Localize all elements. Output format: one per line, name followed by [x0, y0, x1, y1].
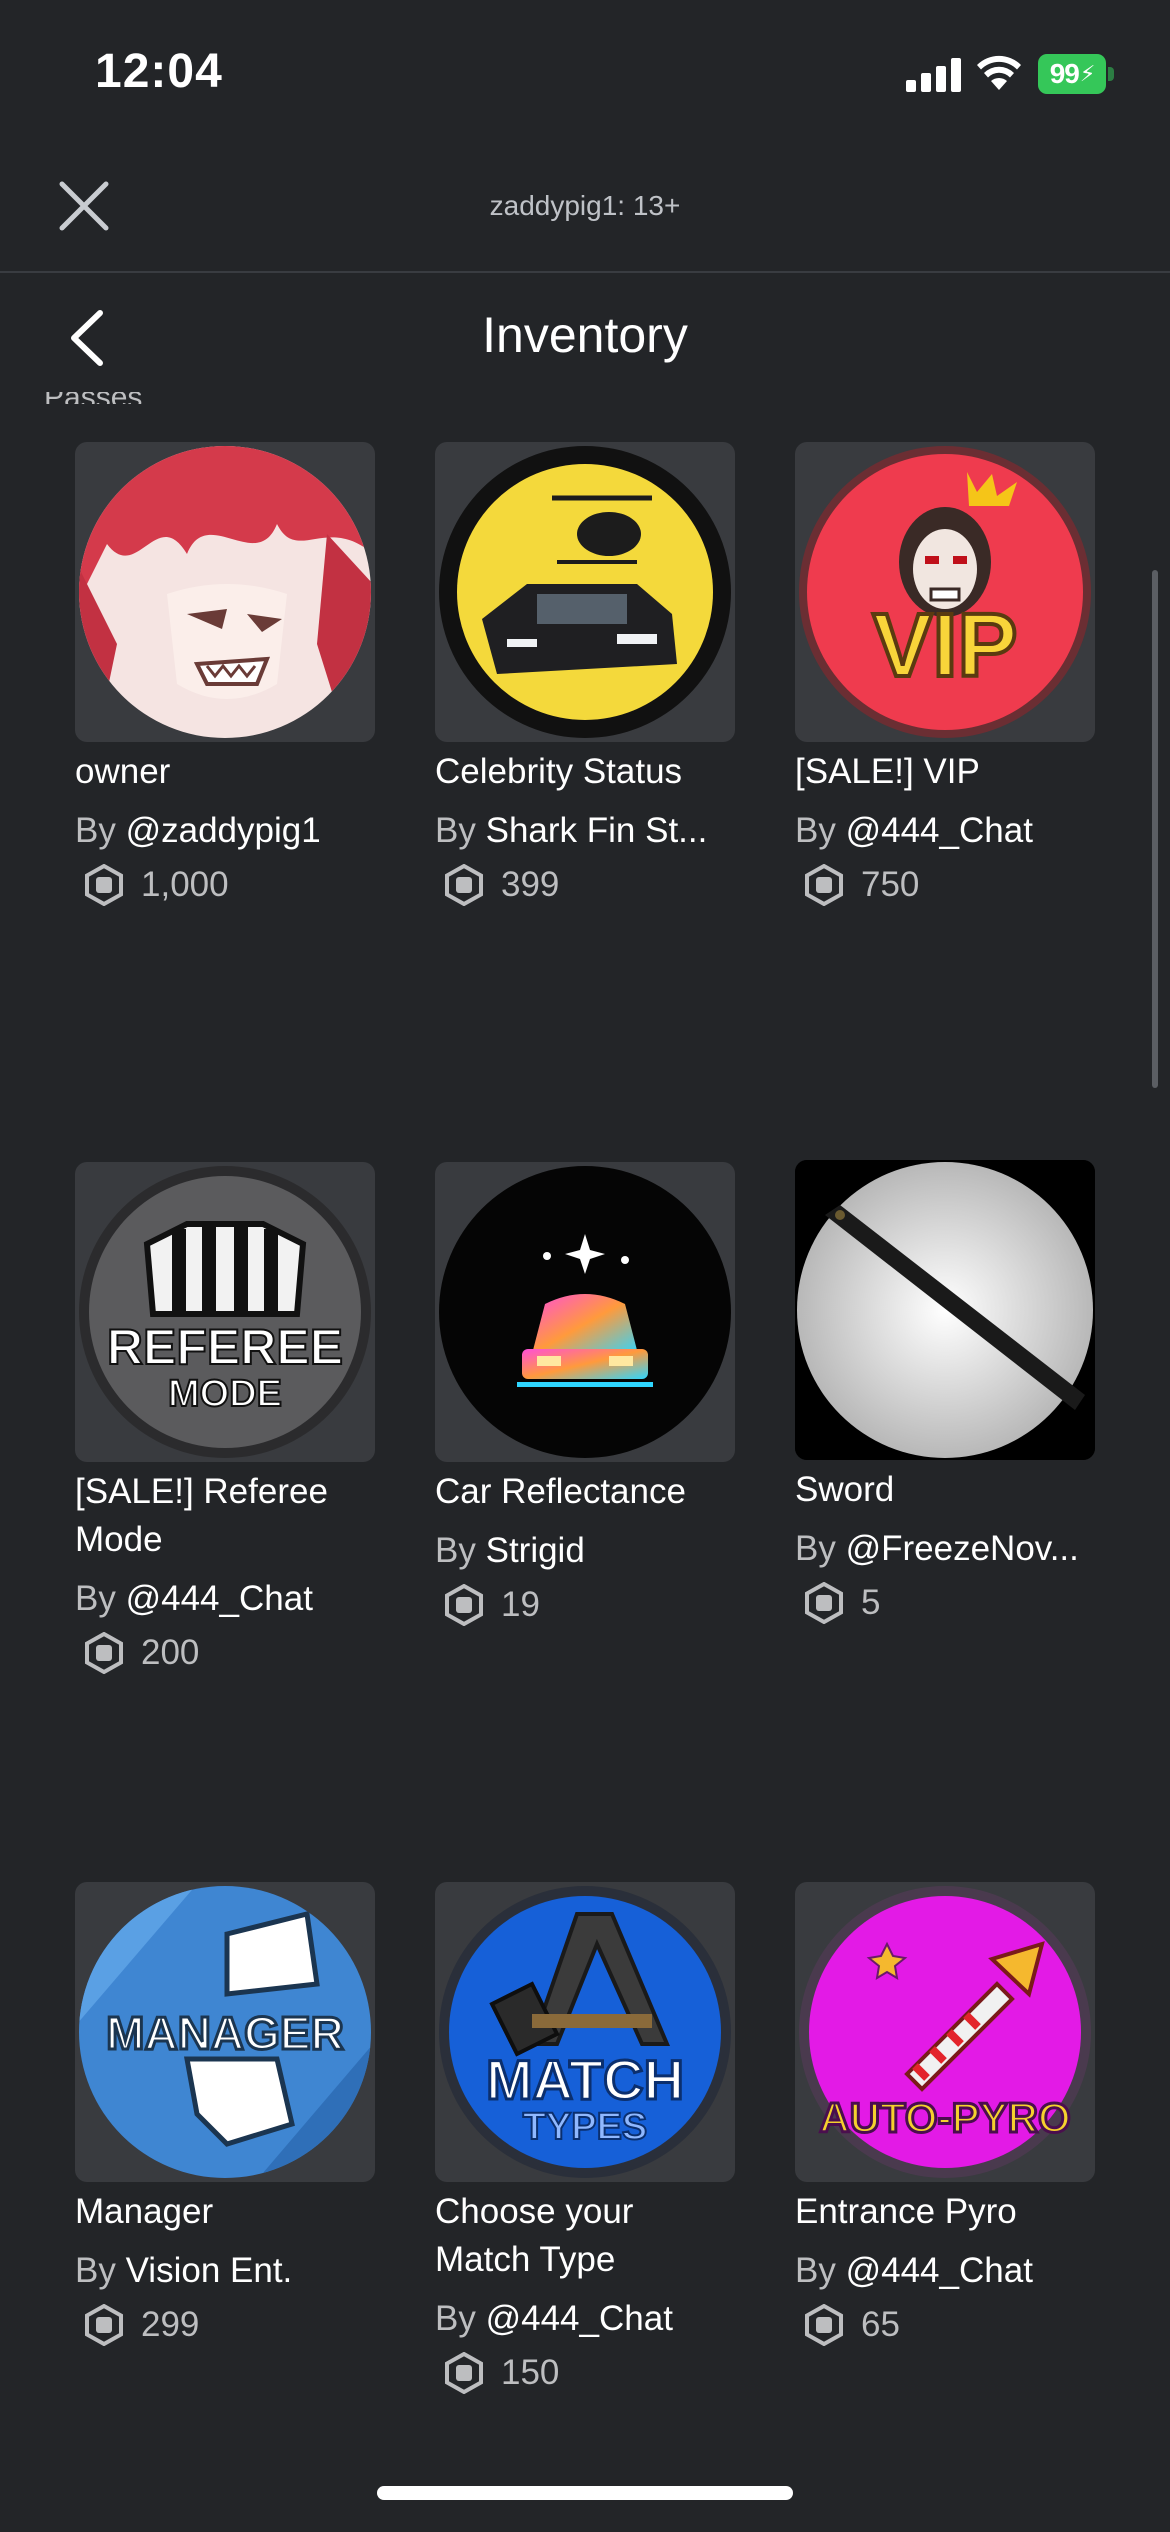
item-name: Car Reflectance	[435, 1472, 686, 1511]
inventory-item-owner[interactable]: owner By @zaddypig1 1,000	[75, 442, 375, 908]
item-creator[interactable]: By @444_Chat	[795, 2248, 1095, 2294]
manager-megaphone-icon: MANAGER	[79, 1886, 371, 2178]
item-creator[interactable]: By @zaddypig1	[75, 808, 375, 854]
item-name: Choose your Match Type	[435, 2192, 634, 2279]
inventory-item-referee-mode[interactable]: REFEREE MODE [SALE!] Referee Mode By @44…	[75, 1162, 375, 1676]
item-name: Entrance Pyro	[795, 2192, 1017, 2231]
robux-icon	[445, 864, 483, 906]
battery-icon: 99 ⚡	[1038, 54, 1114, 94]
robux-icon	[805, 2304, 843, 2346]
page-title: Inventory	[482, 307, 688, 363]
inventory-item-celebrity-status[interactable]: Celebrity Status By Shark Fin St... 399	[435, 442, 735, 908]
svg-text:AUTO-PYRO: AUTO-PYRO	[819, 2094, 1070, 2141]
item-thumbnail[interactable]	[75, 442, 375, 742]
item-name: Celebrity Status	[435, 752, 683, 791]
item-thumbnail[interactable]: REFEREE MODE	[75, 1162, 375, 1462]
inventory-item-car-reflectance[interactable]: Car Reflectance By Strigid 19	[435, 1162, 735, 1628]
screen: 12:04 99 ⚡ zaddypig1: 13+ Inventory owne…	[0, 0, 1170, 2532]
item-price: 5	[795, 1580, 1095, 1626]
item-name: [SALE!] Referee Mode	[75, 1472, 328, 1559]
svg-text:REFEREE: REFEREE	[107, 1319, 343, 1375]
inventory-item-manager[interactable]: MANAGER Manager By Vision Ent. 299	[75, 1882, 375, 2348]
item-creator[interactable]: By @444_Chat	[435, 2296, 735, 2342]
item-creator[interactable]: By Vision Ent.	[75, 2248, 375, 2294]
inventory-item-vip[interactable]: VIP [SALE!] VIP By @444_Chat 750	[795, 442, 1095, 908]
cellular-signal-icon	[906, 58, 961, 92]
status-time: 12:04	[95, 45, 223, 98]
wifi-icon	[977, 55, 1021, 90]
battery-level: 99 ⚡	[1038, 54, 1106, 94]
item-name: Sword	[795, 1470, 895, 1509]
svg-text:MODE: MODE	[168, 1373, 282, 1415]
item-name: owner	[75, 752, 171, 791]
robux-icon	[805, 1582, 843, 1624]
item-name: [SALE!] VIP	[795, 752, 980, 791]
inventory-grid[interactable]: Passes	[0, 392, 1170, 2452]
item-price: 399	[435, 862, 735, 908]
anime-avatar-icon	[79, 446, 371, 738]
item-price: 750	[795, 862, 1095, 908]
item-name: Manager	[75, 2192, 214, 2231]
item-price: 200	[75, 1630, 375, 1676]
status-bar: 12:04 99 ⚡	[0, 0, 1170, 140]
item-creator[interactable]: By @444_Chat	[795, 808, 1095, 854]
svg-text:MATCH: MATCH	[486, 2048, 684, 2111]
experience-name: zaddypig1: 13+	[489, 190, 681, 221]
auto-pyro-icon: AUTO-PYRO	[799, 1886, 1091, 2178]
item-thumbnail[interactable]: VIP	[795, 442, 1095, 742]
inventory-item-sword[interactable]: Sword By @FreezeNov... 5	[795, 1160, 1095, 1626]
item-price: 150	[435, 2350, 735, 2396]
item-thumbnail[interactable]	[435, 442, 735, 742]
item-price: 65	[795, 2302, 1095, 2348]
robux-icon	[445, 1584, 483, 1626]
sword-icon	[795, 1160, 1095, 1460]
item-price: 299	[75, 2302, 375, 2348]
robux-icon	[85, 864, 123, 906]
robux-icon	[805, 864, 843, 906]
item-thumbnail[interactable]: AUTO-PYRO	[795, 1882, 1095, 2182]
referee-mode-icon: REFEREE MODE	[79, 1166, 371, 1458]
robux-icon	[85, 1632, 123, 1674]
scrollbar[interactable]	[1152, 570, 1158, 1088]
vip-badge-icon: VIP	[799, 446, 1091, 738]
neon-car-icon	[439, 1166, 731, 1458]
item-price: 19	[435, 1582, 735, 1628]
item-price: 1,000	[75, 862, 375, 908]
item-thumbnail[interactable]	[435, 1162, 735, 1462]
item-thumbnail[interactable]: MANAGER	[75, 1882, 375, 2182]
battery-tip	[1108, 67, 1114, 81]
robux-icon	[85, 2304, 123, 2346]
item-thumbnail[interactable]	[795, 1160, 1095, 1460]
item-creator[interactable]: By Strigid	[435, 1528, 735, 1574]
celebrity-car-helicopter-icon	[439, 446, 731, 738]
svg-text:MANAGER: MANAGER	[106, 2007, 344, 2059]
item-creator[interactable]: By Shark Fin St...	[435, 808, 735, 854]
svg-text:VIP: VIP	[872, 596, 1017, 696]
top-divider	[0, 271, 1170, 273]
item-creator[interactable]: By @444_Chat	[75, 1576, 375, 1622]
home-indicator[interactable]	[377, 2486, 793, 2500]
item-creator[interactable]: By @FreezeNov...	[795, 1526, 1095, 1572]
item-thumbnail[interactable]: MATCH TYPES	[435, 1882, 735, 2182]
inventory-item-entrance-pyro[interactable]: AUTO-PYRO Entrance Pyro By @444_Chat 65	[795, 1882, 1095, 2348]
inventory-item-match-type[interactable]: MATCH TYPES Choose your Match Type By @4…	[435, 1882, 735, 2396]
match-types-icon: MATCH TYPES	[439, 1886, 731, 2178]
section-label: Passes	[44, 392, 142, 404]
robux-icon	[445, 2352, 483, 2394]
svg-text:TYPES: TYPES	[523, 2106, 648, 2148]
